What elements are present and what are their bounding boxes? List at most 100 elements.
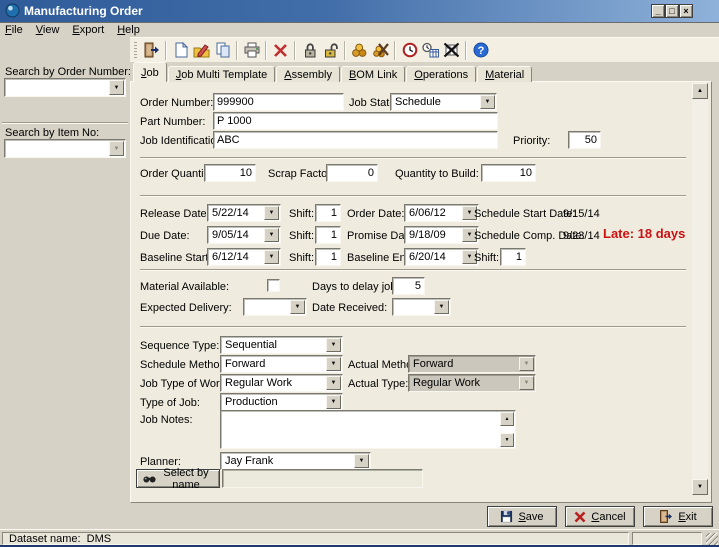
new-record-icon[interactable] (170, 40, 191, 60)
chevron-down-icon[interactable]: ▼ (326, 395, 341, 409)
menu-view[interactable]: View (36, 24, 67, 36)
copy-record-icon[interactable] (212, 40, 233, 60)
baseline-start-label: Baseline Start: (140, 252, 212, 264)
scrap-factor-input[interactable] (326, 164, 378, 182)
chevron-down-icon[interactable]: ▼ (354, 454, 369, 468)
release-shift-input[interactable] (315, 204, 341, 222)
chevron-down-icon: ▼ (519, 376, 534, 390)
help-icon[interactable]: ? (470, 40, 491, 60)
print-icon[interactable] (241, 40, 262, 60)
chevron-down-icon[interactable]: ▼ (434, 300, 449, 314)
days-to-delay-input[interactable] (392, 277, 425, 295)
chevron-down-icon[interactable]: ▼ (326, 357, 341, 371)
status-bar: Dataset name: DMS (0, 529, 719, 546)
job-identification-input[interactable] (213, 131, 498, 149)
chevron-down-icon[interactable]: ▼ (326, 376, 341, 390)
scroll-up-icon[interactable]: ▲ (500, 412, 514, 426)
job-type-of-work-combobox[interactable]: Regular Work ▼ (220, 374, 343, 392)
scroll-down-icon[interactable]: ▼ (500, 433, 514, 447)
order-number-input[interactable] (213, 93, 344, 111)
unlock-icon[interactable] (320, 40, 341, 60)
tab-assembly[interactable]: Assembly (276, 66, 340, 82)
status-panel-secondary (632, 532, 702, 545)
search-item-label: Search by Item No: (5, 127, 99, 139)
scroll-up-icon[interactable]: ▲ (692, 83, 708, 99)
cancel-button[interactable]: Cancel (565, 506, 635, 527)
baseline-shift-input[interactable] (315, 248, 341, 266)
job-type-of-work-label: Job Type of Work: (140, 378, 228, 390)
unschedule-icon[interactable] (441, 40, 462, 60)
reschedule-clock-icon[interactable] (399, 40, 420, 60)
priority-input[interactable] (568, 131, 601, 149)
part-number-label: Part Number: (140, 116, 205, 128)
section-divider (140, 157, 686, 159)
release-date-picker[interactable]: 5/22/14 ▼ (207, 204, 281, 222)
menu-file[interactable]: File (5, 24, 30, 36)
menu-help[interactable]: Help (117, 24, 147, 36)
edit-record-icon[interactable] (191, 40, 212, 60)
schedule-shift-label: Shift: (474, 252, 499, 264)
vertical-scrollbar[interactable]: ▲ ▼ (692, 83, 708, 495)
scroll-down-icon[interactable]: ▼ (692, 479, 708, 495)
toolbar-grip[interactable] (134, 42, 137, 59)
material-icon[interactable] (349, 40, 370, 60)
exit-button[interactable]: Exit (643, 506, 713, 527)
expected-delivery-picker[interactable]: ▼ (243, 298, 307, 316)
order-quantity-input[interactable] (204, 164, 256, 182)
manufacturing-order-window: Manufacturing Order _ □ × File View Expo… (0, 0, 719, 547)
date-received-picker[interactable]: ▼ (392, 298, 451, 316)
chevron-down-icon: ▼ (109, 141, 124, 156)
sequence-type-combobox[interactable]: Sequential ▼ (220, 336, 343, 354)
schedule-method-combobox[interactable]: Forward ▼ (220, 355, 343, 373)
chevron-down-icon[interactable]: ▼ (480, 95, 495, 109)
job-state-combobox[interactable]: Schedule ▼ (390, 93, 497, 111)
part-number-input[interactable] (213, 112, 498, 130)
schedule-comp-date-value: 9/23/14 (563, 230, 600, 242)
planner-combobox[interactable]: Jay Frank ▼ (220, 452, 371, 470)
schedule-shift-input[interactable] (500, 248, 526, 266)
resize-grip[interactable] (706, 533, 718, 545)
exit-icon[interactable] (141, 40, 162, 60)
due-shift-input[interactable] (315, 226, 341, 244)
schedule-icon[interactable] (420, 40, 441, 60)
menu-export[interactable]: Export (72, 24, 111, 36)
lock-icon[interactable] (299, 40, 320, 60)
chevron-down-icon[interactable]: ▼ (264, 228, 279, 242)
material-remove-icon[interactable] (370, 40, 391, 60)
toolbar-separator (265, 41, 267, 60)
quantity-to-build-input[interactable] (481, 164, 536, 182)
chevron-down-icon[interactable]: ▼ (290, 300, 305, 314)
minimize-button[interactable]: _ (651, 4, 665, 18)
chevron-down-icon[interactable]: ▼ (109, 80, 124, 95)
order-date-picker[interactable]: 6/06/12 ▼ (404, 204, 479, 222)
tab-strip: Job Job Multi Template Assembly BOM Link… (133, 62, 533, 82)
tab-operations[interactable]: Operations (406, 66, 476, 82)
delete-icon[interactable] (270, 40, 291, 60)
select-by-name-button[interactable]: Select by name (136, 469, 220, 488)
type-of-job-label: Type of Job: (140, 397, 200, 409)
promise-date-picker[interactable]: 9/18/09 ▼ (404, 226, 479, 244)
due-date-picker[interactable]: 9/05/14 ▼ (207, 226, 281, 244)
tab-job[interactable]: Job (133, 62, 167, 82)
tab-material[interactable]: Material (477, 66, 532, 82)
maximize-button[interactable]: □ (665, 4, 679, 18)
svg-text:?: ? (477, 45, 484, 57)
close-button[interactable]: × (679, 4, 693, 18)
chevron-down-icon[interactable]: ▼ (326, 338, 341, 352)
tab-bom-link[interactable]: BOM Link (341, 66, 405, 82)
chevron-down-icon[interactable]: ▼ (264, 250, 279, 264)
baseline-start-picker[interactable]: 6/12/14 ▼ (207, 248, 281, 266)
baseline-end-picker[interactable]: 6/20/14 ▼ (404, 248, 479, 266)
selected-name-field (222, 469, 423, 488)
material-available-checkbox[interactable] (267, 279, 280, 292)
tab-job-multi-template[interactable]: Job Multi Template (168, 66, 276, 82)
save-button[interactable]: Save (487, 506, 557, 527)
save-icon (500, 510, 513, 523)
actual-type-combobox: Regular Work ▼ (408, 374, 536, 392)
chevron-down-icon[interactable]: ▼ (264, 206, 279, 220)
job-notes-textarea[interactable]: ▲ ▼ (220, 410, 516, 449)
shift-label: Shift: (289, 230, 314, 242)
toolbar-separator (294, 41, 296, 60)
search-order-combobox[interactable]: ▼ (4, 78, 126, 97)
type-of-job-combobox[interactable]: Production ▼ (220, 393, 343, 411)
